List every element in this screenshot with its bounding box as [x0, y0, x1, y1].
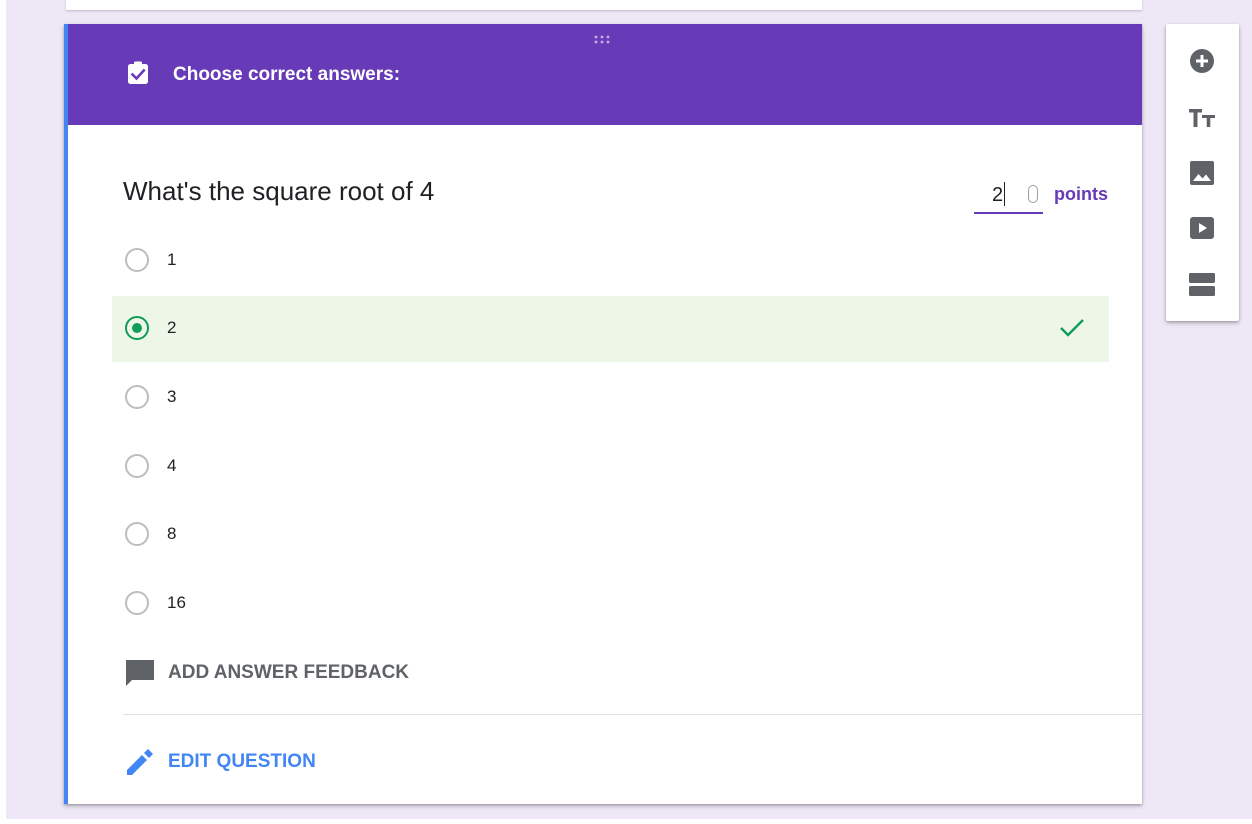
add-circle-icon [1190, 49, 1214, 73]
edit-question-button[interactable]: EDIT QUESTION [124, 746, 424, 778]
text-caret [1004, 182, 1005, 206]
image-icon [1190, 161, 1214, 185]
add-answer-feedback-button[interactable]: ADD ANSWER FEEDBACK [124, 656, 524, 688]
radio-button[interactable] [125, 522, 149, 546]
drag-handle-icon[interactable] [594, 35, 614, 45]
question-title[interactable]: What's the square root of 4 [123, 176, 434, 206]
header-title: Choose correct answers: [173, 64, 401, 85]
section-icon [1189, 273, 1215, 296]
option-row-correct[interactable]: 2 [112, 296, 1109, 362]
option-label: 2 [167, 318, 177, 337]
check-icon [1060, 319, 1084, 337]
points-spinner[interactable] [1028, 185, 1038, 203]
card-header: Choose correct answers: [64, 24, 1142, 125]
points-field[interactable]: 2 points [974, 176, 1114, 216]
points-input[interactable]: 2 [992, 184, 1003, 207]
video-icon [1190, 217, 1214, 239]
side-toolbar [1166, 24, 1239, 321]
option-row[interactable]: 4 [112, 434, 1109, 500]
option-label: 4 [167, 456, 177, 475]
edit-question-label: EDIT QUESTION [168, 751, 316, 772]
points-label: points [1054, 184, 1108, 204]
radio-button[interactable] [125, 591, 149, 615]
divider [123, 714, 1142, 715]
radio-button-selected[interactable] [125, 316, 149, 340]
add-title-button[interactable] [1187, 103, 1217, 133]
assignment-turned-in-icon [128, 61, 148, 84]
left-edge [0, 0, 6, 824]
add-question-button[interactable] [1187, 46, 1217, 76]
radio-button[interactable] [125, 454, 149, 478]
title-text-icon [1189, 109, 1215, 127]
option-label: 3 [167, 387, 177, 406]
bottom-edge [0, 819, 1252, 824]
option-row[interactable]: 16 [112, 571, 1109, 637]
add-video-button[interactable] [1187, 213, 1217, 243]
points-underline [974, 212, 1043, 214]
comment-icon [126, 660, 154, 686]
add-image-button[interactable] [1187, 158, 1217, 188]
option-label: 1 [167, 250, 177, 269]
add-section-button[interactable] [1187, 269, 1217, 299]
option-label: 8 [167, 524, 177, 543]
add-answer-feedback-label: ADD ANSWER FEEDBACK [168, 662, 410, 683]
option-label: 16 [167, 593, 186, 612]
option-row[interactable]: 1 [112, 228, 1109, 294]
radio-button[interactable] [125, 248, 149, 272]
radio-button[interactable] [125, 385, 149, 409]
option-row[interactable]: 3 [112, 365, 1109, 431]
question-card[interactable]: Choose correct answers: What's the squar… [64, 24, 1142, 804]
option-row[interactable]: 8 [112, 502, 1109, 568]
previous-card-edge [66, 0, 1142, 10]
card-focus-accent [64, 24, 68, 804]
pencil-icon [127, 749, 153, 775]
